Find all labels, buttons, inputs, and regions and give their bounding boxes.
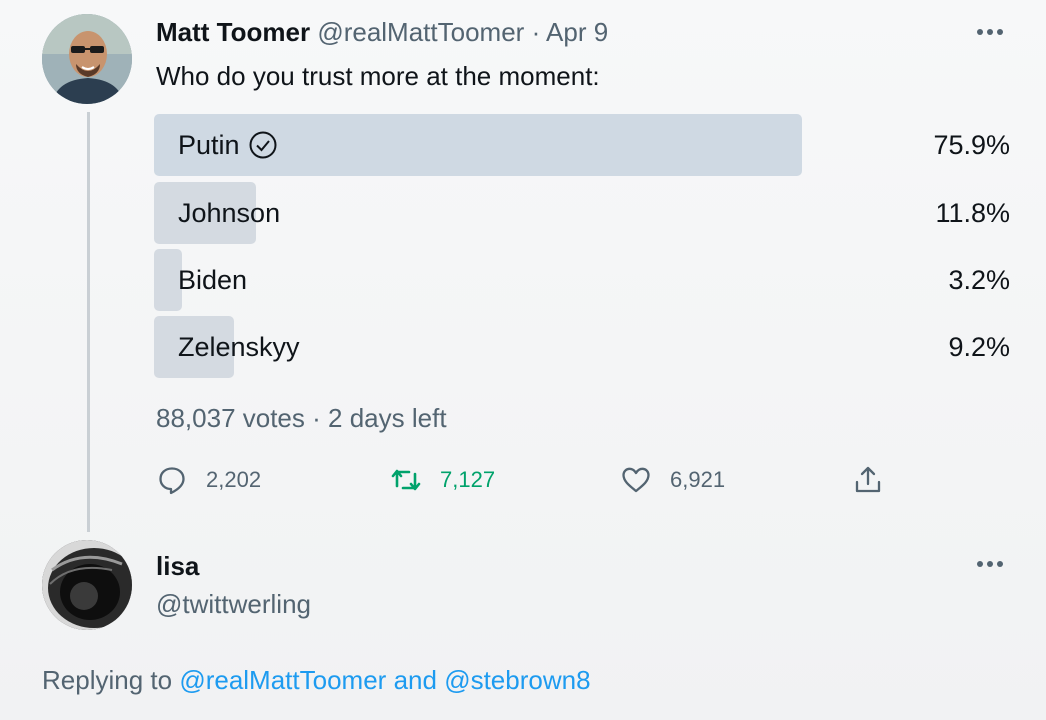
poll-option-percent: 9.2% <box>948 331 1010 362</box>
poll-option-label-wrap: Biden <box>178 249 247 311</box>
header-separator: · <box>531 17 541 47</box>
author-avatar[interactable] <box>42 14 132 104</box>
heart-icon <box>622 467 650 493</box>
poll-vote-count: 88,037 votes <box>156 403 305 433</box>
replying-to-prefix: Replying to <box>42 665 173 695</box>
poll-option[interactable]: Johnson 11.8% <box>154 182 1012 244</box>
retweet-count: 7,127 <box>440 467 496 492</box>
share-upload-icon <box>855 466 881 493</box>
poll-summary: 88,037 votes · 2 days left <box>156 400 447 436</box>
replying-to-line: Replying to @realMattToomer and @stebrow… <box>42 662 591 698</box>
more-options-button[interactable] <box>972 18 1008 46</box>
avatar-photo-icon <box>42 540 132 630</box>
more-dots-icon <box>977 29 1003 35</box>
mention-link-1[interactable]: @realMattToomer <box>179 665 386 695</box>
poll-option-label-wrap: Zelenskyy <box>178 316 300 378</box>
poll-option[interactable]: Putin 75.9% <box>154 114 1012 176</box>
poll-option-label-wrap: Johnson <box>178 182 280 244</box>
reply-more-options-button[interactable] <box>972 550 1008 578</box>
poll-option-percent: 75.9% <box>933 129 1010 160</box>
poll-time-left: 2 days left <box>328 403 447 433</box>
mention-conjunction: and <box>393 665 437 695</box>
like-count: 6,921 <box>670 467 726 492</box>
mention-link-2[interactable]: @stebrown8 <box>444 665 590 695</box>
poll-option-label: Putin <box>178 129 240 160</box>
tweet-date[interactable]: Apr 9 <box>546 17 608 47</box>
reply-count: 2,202 <box>206 467 262 492</box>
reply-author-handle[interactable]: @twittwerling <box>156 586 311 622</box>
share-button[interactable] <box>852 458 884 502</box>
thread-connector-line <box>87 112 90 532</box>
author-name[interactable]: Matt Toomer <box>156 17 310 47</box>
more-dots-icon <box>977 561 1003 567</box>
tweet-thread: Matt Toomer @realMattToomer · Apr 9 Who … <box>0 0 1046 720</box>
reply-button[interactable]: 2,202 <box>156 458 261 502</box>
checkmark-circle-icon <box>249 131 277 159</box>
poll-summary-separator: · <box>312 403 321 433</box>
poll-option[interactable]: Biden 3.2% <box>154 249 1012 311</box>
avatar-photo-icon <box>42 14 132 104</box>
poll-option-percent: 3.2% <box>948 264 1010 295</box>
tweet-text: Who do you trust more at the moment: <box>156 61 600 91</box>
reply-bubble-icon <box>159 467 185 495</box>
like-button[interactable]: 6,921 <box>620 458 725 502</box>
reply-author-avatar[interactable] <box>42 540 132 630</box>
poll-option-label-wrap: Putin <box>178 114 278 176</box>
reply-author-name[interactable]: lisa <box>156 548 199 584</box>
poll-option-label: Biden <box>178 264 248 295</box>
poll-option-label: Zelenskyy <box>178 331 300 362</box>
retweet-icon <box>391 469 421 491</box>
author-handle[interactable]: @realMattToomer <box>317 17 524 47</box>
tweet-header: Matt Toomer @realMattToomer · Apr 9 <box>156 14 608 50</box>
poll-option-label: Johnson <box>178 197 281 228</box>
poll-option[interactable]: Zelenskyy 9.2% <box>154 316 1012 378</box>
poll-option-percent: 11.8% <box>935 197 1010 228</box>
retweet-button[interactable]: 7,127 <box>390 458 495 502</box>
